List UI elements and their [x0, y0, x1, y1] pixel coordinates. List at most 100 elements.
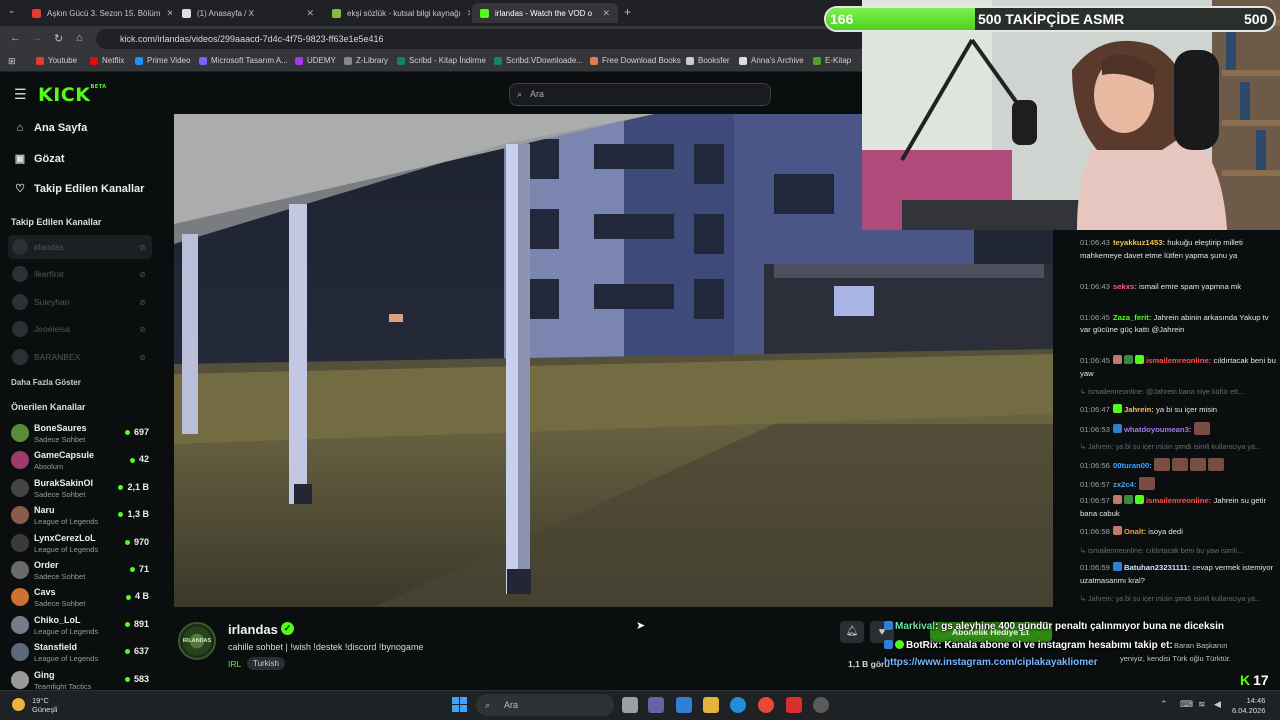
chat-username[interactable]: Zaza_ferit: — [1113, 313, 1151, 322]
bookmark-youtube[interactable]: Youtube — [36, 56, 77, 65]
bookmark-udemy[interactable]: UDEMY — [295, 56, 336, 65]
bookmark-microsoft[interactable]: Microsoft Tasarım A... — [199, 56, 288, 65]
browser-tab-1[interactable]: Aşkın Gücü 3. Sezon 15. Bölüm ✕ — [24, 3, 172, 23]
volume-icon[interactable]: ◀︎ — [1214, 699, 1221, 710]
followed-channel-irlandas[interactable]: irlandas ⊘ — [8, 235, 152, 259]
bookmark-free-books[interactable]: Free Download Books — [590, 56, 681, 65]
reload-icon[interactable]: ↻ — [54, 32, 63, 45]
recommended-channel[interactable]: LynxCerezLoL League of Legends 970 — [11, 531, 151, 557]
offline-icon: ⊘ — [139, 242, 146, 252]
back-icon[interactable]: ← — [10, 32, 21, 44]
bookmark-booksfer[interactable]: Booksfer — [686, 56, 730, 65]
chat-emote-icon — [1171, 458, 1188, 471]
task-view-icon[interactable] — [622, 697, 638, 713]
tab-list-icon[interactable]: ⌄ — [8, 5, 16, 16]
chat-badge-icon — [1112, 403, 1122, 413]
chat-username[interactable]: ismailemreonline: — [1146, 356, 1211, 365]
bookmark-favicon-icon — [295, 56, 303, 65]
followed-channel-baranbex[interactable]: BARANBEX ⊘ — [8, 345, 152, 369]
bookmark-netflix[interactable]: Netflix — [90, 56, 124, 65]
kick-logo[interactable]: KICKBETA — [38, 84, 107, 106]
recommended-channel[interactable]: Stansfield League of Legends 637 — [11, 640, 151, 666]
start-tile — [452, 697, 459, 704]
followed-channel-suleyhan[interactable]: Suleyhan ⊘ — [8, 290, 152, 314]
eksi-favicon-icon — [332, 8, 341, 18]
weather-widget[interactable]: 19°C Güneşli — [12, 696, 57, 714]
close-icon[interactable]: ✕ — [166, 8, 172, 19]
tray-chevron-up-icon[interactable]: ⌃ — [1160, 699, 1168, 710]
channel-name[interactable]: irlandas — [228, 622, 278, 637]
recommended-channel-name: Order — [34, 560, 59, 570]
bookmark-ekitap[interactable]: E-Kitap — [813, 56, 851, 65]
overlay-chat-line-5: yeniyiz, kendisi Türk oğlu Türktür. — [1120, 654, 1232, 663]
recommended-channel[interactable]: Order Sadece Sohbet 71 — [11, 558, 151, 584]
keyboard-icon[interactable]: ⌨ — [1180, 699, 1193, 710]
nav-home[interactable]: ⌂ Ana Sayfa — [14, 122, 88, 134]
menu-icon[interactable]: ☰ — [14, 86, 27, 103]
bookmark-favicon-icon — [494, 56, 502, 65]
search-input[interactable]: ⌕ Ara — [509, 83, 771, 106]
taskbar-clock[interactable]: 14:46 6.04.2026 — [1232, 696, 1265, 716]
file-explorer-icon[interactable] — [703, 697, 719, 713]
chat-username[interactable]: sekxs: — [1113, 282, 1137, 291]
bookmark-favicon-icon — [135, 56, 143, 65]
offline-icon: ⊘ — [139, 297, 146, 307]
chat-message: 01:06:43 teyakkuz1453: hukuğu eleştirip m… — [1080, 237, 1276, 262]
chat-username[interactable]: whatdoyoumean3: — [1124, 425, 1192, 434]
apps-grid-icon[interactable]: ⊞ — [8, 56, 16, 67]
chat-username[interactable]: 00turan00: — [1113, 461, 1152, 470]
browser-tab-2[interactable]: (1) Anasayfa / X ✕ — [174, 3, 322, 23]
copilot-icon[interactable] — [676, 697, 692, 713]
browser-tab-3[interactable]: ekşi sözlük - kutsal bilgi kaynağı ✕ — [324, 3, 470, 23]
bookmark-scribd-downloader[interactable]: Scribd.VDownloade... — [494, 56, 583, 65]
chat-username[interactable]: zx2c4: — [1113, 480, 1137, 489]
bookmark-annas-archive[interactable]: Anna's Archive — [739, 56, 804, 65]
recommended-channel[interactable]: BoneSaures Sadece Sohbet 697 — [11, 421, 151, 447]
media-player-icon[interactable] — [786, 697, 802, 713]
bookmark-scribd[interactable]: Scribd - Kitap İndirme — [397, 56, 486, 65]
notification-bell-button[interactable]: 🔔︎ — [840, 621, 864, 643]
close-icon[interactable]: ✕ — [602, 8, 610, 19]
followed-channel-ilkerfirat[interactable]: ilkerfirat ⊘ — [8, 262, 152, 286]
new-tab-icon[interactable]: + — [624, 5, 631, 19]
recommended-channel[interactable]: Chiko_LoL League of Legends 891 — [11, 613, 151, 639]
channel-avatar[interactable]: IRLANDAS — [178, 622, 216, 660]
nav-browse[interactable]: ▣ Gözat — [14, 152, 65, 166]
bookmark-zlibrary[interactable]: Z-Library — [344, 56, 388, 65]
bookmark-prime-video[interactable]: Prime Video — [135, 56, 190, 65]
chat-message: 01:06:43 sekxs: ismail emre spam yapmna m… — [1080, 281, 1276, 294]
windows-start-icon[interactable] — [452, 697, 468, 713]
wifi-icon[interactable]: ≋ — [1198, 699, 1206, 710]
chat-username[interactable]: Jahrein: — [1124, 405, 1154, 414]
avatar — [12, 266, 28, 282]
forward-icon[interactable]: → — [32, 32, 43, 44]
chrome-icon[interactable] — [758, 697, 774, 713]
recommended-channel-name: Naru — [34, 505, 55, 516]
chat-timestamp: 01:06:45 — [1080, 356, 1110, 365]
settings-gear-icon[interactable] — [813, 697, 829, 713]
show-more-link[interactable]: Daha Fazla Göster — [11, 378, 81, 387]
chat-username[interactable]: Batuhan23231111: — [1124, 563, 1190, 572]
teams-icon[interactable] — [648, 697, 664, 713]
chat-username[interactable]: ismailemreonline: — [1146, 496, 1211, 505]
followed-channel-jeoeleisa[interactable]: Jeoeleisa ⊘ — [8, 317, 152, 341]
close-icon[interactable]: ✕ — [467, 8, 470, 19]
close-icon[interactable]: ✕ — [306, 8, 314, 19]
nav-following[interactable]: ♡ Takip Edilen Kanallar — [14, 182, 144, 196]
category-tag[interactable]: IRL — [228, 659, 241, 669]
language-tag[interactable]: Turkish — [247, 657, 285, 670]
recommended-channel[interactable]: Cavs Sadece Sohbet 4 B — [11, 585, 151, 611]
recommended-channel[interactable]: GameCapsule Absolum 42 — [11, 448, 151, 474]
chat-message: 01:06:45 Zaza_ferit: Jahrein abinin arkas… — [1080, 312, 1276, 337]
chat-emote-icon — [1138, 476, 1155, 490]
chat-username[interactable]: Onalt: — [1124, 527, 1146, 536]
chat-emote-icon — [1153, 458, 1170, 471]
edge-icon[interactable] — [730, 697, 746, 713]
browser-tab-4-active[interactable]: irlandas - Watch the VOD o ✕ — [472, 3, 618, 23]
home-browser-icon[interactable]: ⌂ — [76, 32, 83, 44]
chat-username[interactable]: teyakkuz1453: — [1113, 238, 1165, 247]
recommended-channel[interactable]: Naru League of Legends 1,3 B — [11, 503, 151, 529]
taskbar-search[interactable]: ⌕ Ara — [476, 694, 614, 716]
recommended-channel[interactable]: BurakSakinOl Sadece Sohbet 2,1 B — [11, 476, 151, 502]
followed-channel-name: BARANBEX — [34, 352, 81, 362]
